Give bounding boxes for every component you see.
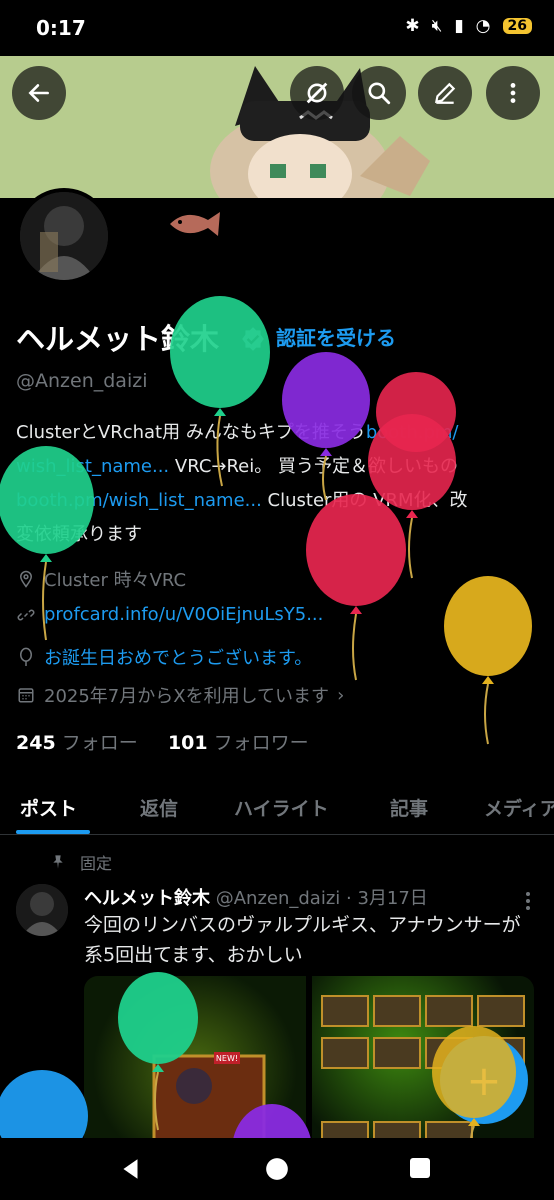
followers-label: フォロワー [213, 732, 309, 754]
profile-joined[interactable]: 2025年7月からXを利用しています › [16, 682, 344, 708]
bio-text: Cluster用の VRM化、改 [261, 490, 468, 511]
bluetooth-icon: ✱ [405, 16, 420, 36]
chevron-right-icon: › [337, 684, 345, 706]
battery-indicator: 26 [502, 18, 532, 34]
status-time: 0:17 [36, 16, 86, 40]
pinned-label: 固定 [80, 854, 113, 873]
followers-count: 101 [167, 732, 208, 754]
grok-button[interactable] [290, 66, 344, 120]
profile-location: Cluster 時々VRC [16, 566, 186, 592]
bio-text: VRC→Rei。 買う予定＆欲しいもの [169, 456, 458, 477]
post-handle-date: @Anzen_daizi · 3月17日 [210, 888, 428, 909]
search-button[interactable] [352, 66, 406, 120]
tab-media[interactable]: メディア [484, 794, 554, 821]
tab-highlights[interactable]: ハイライト [234, 794, 329, 821]
profile-avatar[interactable] [16, 188, 112, 284]
get-verified-link[interactable]: 認証を受ける [276, 322, 396, 351]
bio-link[interactable]: booth.pm/wish_list_name... [16, 490, 262, 511]
status-bar: 0:17 ✱ 🔇︎ ▮ ◔ 26 [0, 0, 554, 56]
more-options-button[interactable] [486, 66, 540, 120]
profile-tabs: ポスト 返信 ハイライト 記事 メディア [0, 782, 554, 835]
bio-text: 変依頼承ります [16, 524, 142, 545]
pin-icon [53, 855, 63, 869]
calendar-icon [16, 685, 36, 705]
following-label: フォロー [61, 732, 138, 754]
compose-fab[interactable]: + [440, 1036, 528, 1124]
balloon-icon [16, 647, 36, 667]
bio-text: ClusterとVRchat用 みんなもキプを推そう [16, 422, 366, 443]
profile-banner[interactable] [0, 56, 554, 198]
verified-badge-icon [242, 327, 264, 351]
birthday-text: お誕生日おめでとうございます。 [44, 648, 313, 669]
banner-illustration [0, 56, 554, 198]
nav-back-icon[interactable] [118, 1156, 144, 1182]
profile-website[interactable]: profcard.info/u/V0OiEjnuLsY5... [16, 604, 323, 625]
tab-replies[interactable]: 返信 [140, 794, 178, 821]
profile-name: ヘルメット鈴木 [16, 322, 220, 356]
post-image-content: NEW! [152, 1052, 266, 1146]
wifi-icon: ◔ [475, 16, 491, 36]
post-avatar-image [16, 884, 68, 936]
back-arrow-icon [28, 84, 49, 102]
post-author[interactable]: ヘルメット鈴木 [84, 888, 210, 909]
balloon [444, 576, 532, 745]
bio-link[interactable]: wish_list_name... [16, 456, 169, 477]
location-icon [16, 569, 36, 589]
joined-text: 2025年7月からXを利用しています [44, 686, 330, 707]
nav-home-icon[interactable] [264, 1156, 290, 1182]
active-tab-indicator [16, 830, 90, 834]
bio-link[interactable]: booth.pm/ [366, 422, 459, 443]
edit-icon [434, 82, 456, 104]
post-header: ヘルメット鈴木 @Anzen_daizi · 3月17日 [84, 884, 428, 910]
search-icon [368, 82, 391, 105]
following-count: 245 [16, 732, 56, 754]
post-avatar[interactable] [16, 884, 68, 936]
followers-link[interactable]: 101 フォロワー [168, 732, 309, 754]
system-nav-bar [0, 1138, 554, 1200]
edit-button[interactable] [418, 66, 472, 120]
new-badge: NEW! [216, 1054, 238, 1063]
fish-sticker [170, 212, 220, 236]
profile-birthday: お誕生日おめでとうございます。 [16, 644, 312, 670]
tab-posts[interactable]: ポスト [20, 794, 77, 821]
pinned-indicator: 固定 [50, 850, 112, 874]
post-text: 今回のリンバスのヴァルプルギス、アナウンサーが系5回出てます、おかしい [84, 914, 521, 966]
profile-bio: ClusterとVRchat用 みんなもキプを推そうbooth.pm/ wish… [16, 416, 536, 552]
mute-icon: 🔇︎ [431, 16, 443, 36]
back-button[interactable] [12, 66, 66, 120]
signal-icon: ▮ [454, 16, 464, 36]
more-vertical-icon [510, 83, 516, 103]
tab-articles[interactable]: 記事 [390, 794, 428, 821]
website-link[interactable]: profcard.info/u/V0OiEjnuLsY5... [44, 604, 323, 625]
grok-icon [306, 82, 328, 104]
link-icon [16, 605, 36, 625]
avatar-image [20, 192, 108, 280]
profile-handle: @Anzen_daizi [16, 370, 148, 392]
more-horizontal-icon[interactable] [522, 890, 534, 912]
status-icons: ✱ 🔇︎ ▮ ◔ 26 [405, 16, 532, 36]
location-text: Cluster 時々VRC [44, 570, 187, 591]
follow-stats: 245 フォロー 101 フォロワー [16, 728, 309, 755]
post-image[interactable]: NEW! [84, 976, 306, 1146]
following-link[interactable]: 245 フォロー [16, 732, 138, 754]
nav-recents-icon[interactable] [408, 1156, 432, 1180]
